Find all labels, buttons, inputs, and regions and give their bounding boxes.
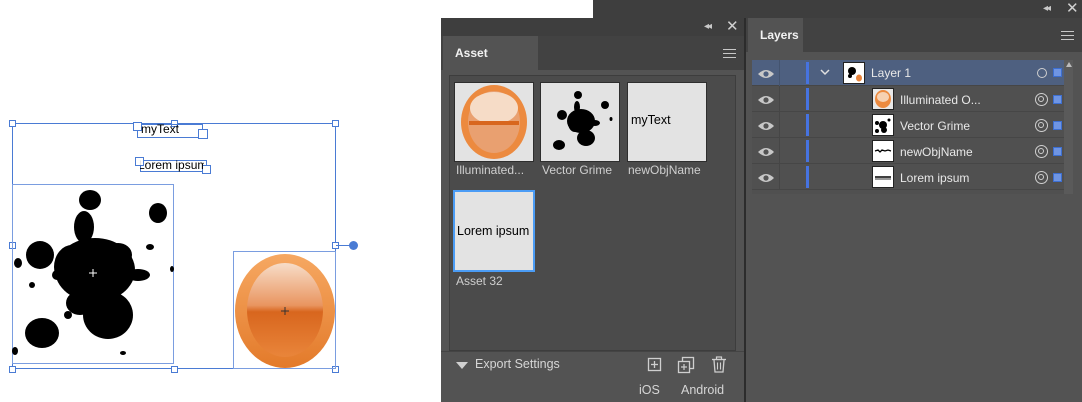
oval-thumb-icon xyxy=(461,85,527,159)
tab-layers[interactable]: Layers xyxy=(748,18,803,52)
layer-color-bar xyxy=(806,140,809,162)
layer-color-bar xyxy=(806,166,809,188)
collapse-icon[interactable]: ◂◂ xyxy=(1043,0,1051,18)
asset-thumb-asset-32[interactable]: Lorem ipsum xyxy=(453,190,535,272)
layer-name[interactable]: Illuminated O... xyxy=(900,93,981,107)
chevron-down-icon[interactable] xyxy=(819,67,831,77)
lock-cell[interactable] xyxy=(779,60,780,86)
selection-handle[interactable] xyxy=(332,120,339,127)
layer-thumb xyxy=(872,166,894,188)
layer-name[interactable]: Lorem ipsum xyxy=(900,171,969,185)
layer-name[interactable]: Vector Grime xyxy=(900,119,970,133)
asset-label: Illuminated... xyxy=(456,163,525,177)
rotate-handle[interactable] xyxy=(349,241,358,250)
asset-label: Asset 32 xyxy=(456,274,503,288)
layers-topbar xyxy=(593,0,1082,18)
selected-art-indicator[interactable] xyxy=(1053,68,1062,77)
footer-divider xyxy=(441,351,745,352)
selected-art-indicator[interactable] xyxy=(1053,147,1062,156)
android-button[interactable]: Android xyxy=(681,383,724,397)
selected-art-indicator[interactable] xyxy=(1053,95,1062,104)
trash-icon[interactable] xyxy=(711,356,727,373)
tab-asset-export[interactable]: Asset Export xyxy=(443,36,538,94)
layer-thumb xyxy=(872,88,894,110)
close-icon[interactable]: ✕ xyxy=(1066,0,1079,18)
eye-icon[interactable] xyxy=(757,119,775,137)
layer-thumb xyxy=(843,62,865,84)
selection-handle[interactable] xyxy=(171,366,178,373)
panel-menu-icon[interactable] xyxy=(723,46,736,61)
text-handle[interactable] xyxy=(198,129,208,139)
thumb-text: myText xyxy=(631,113,671,127)
layer-thumb xyxy=(872,114,894,136)
selected-art-indicator[interactable] xyxy=(1053,121,1062,130)
layer-color-bar xyxy=(806,114,809,136)
illuminated-oval-art[interactable] xyxy=(233,252,337,370)
layer-color-bar xyxy=(806,88,809,110)
asset-label: newObjName xyxy=(628,163,701,177)
scroll-up-arrow[interactable] xyxy=(1066,62,1072,67)
duplicate-icon[interactable] xyxy=(677,356,695,374)
selected-art-indicator[interactable] xyxy=(1053,173,1062,182)
asset-thumb-newobjname[interactable]: myText xyxy=(627,82,707,162)
selection-handle[interactable] xyxy=(9,120,16,127)
asset-thumb-illuminated[interactable] xyxy=(454,82,534,162)
selection-handle[interactable] xyxy=(9,366,16,373)
collapse-icon[interactable]: ◂◂ xyxy=(704,18,712,36)
target-icon[interactable] xyxy=(1035,119,1048,132)
target-icon[interactable] xyxy=(1035,145,1048,158)
disclosure-triangle-icon[interactable] xyxy=(456,362,468,369)
layer-name[interactable]: newObjName xyxy=(900,145,973,159)
eye-icon[interactable] xyxy=(757,93,775,111)
close-icon[interactable]: ✕ xyxy=(726,18,739,36)
ios-button[interactable]: iOS xyxy=(639,383,660,397)
target-icon[interactable] xyxy=(1035,93,1048,106)
new-asset-icon[interactable] xyxy=(647,357,663,373)
layer-color-bar xyxy=(806,62,809,84)
mytext-canvas-text[interactable]: myText xyxy=(141,122,179,136)
lock-cell[interactable] xyxy=(779,86,780,190)
eye-icon[interactable] xyxy=(757,171,775,189)
asset-export-topbar xyxy=(441,18,745,36)
target-icon[interactable] xyxy=(1037,68,1047,78)
layer-name[interactable]: Layer 1 xyxy=(871,66,911,80)
export-settings-toggle[interactable]: Export Settings xyxy=(475,357,560,371)
asset-label: Vector Grime xyxy=(542,163,613,177)
target-icon[interactable] xyxy=(1035,171,1048,184)
grime-thumb-icon xyxy=(553,91,613,150)
eye-icon[interactable] xyxy=(757,145,775,163)
layers-scrollbar[interactable] xyxy=(1064,60,1073,194)
eye-icon[interactable] xyxy=(757,67,775,85)
artboard-canvas[interactable]: myText Lorem ipsum xyxy=(0,0,441,402)
grime-splat-art[interactable] xyxy=(10,185,180,365)
lorem-canvas-text[interactable]: Lorem ipsum xyxy=(140,158,204,172)
panel-menu-icon[interactable] xyxy=(1061,28,1074,43)
thumb-text: Lorem ipsum xyxy=(457,224,530,238)
layer-thumb xyxy=(872,140,894,162)
asset-thumb-vector-grime[interactable] xyxy=(540,82,620,162)
